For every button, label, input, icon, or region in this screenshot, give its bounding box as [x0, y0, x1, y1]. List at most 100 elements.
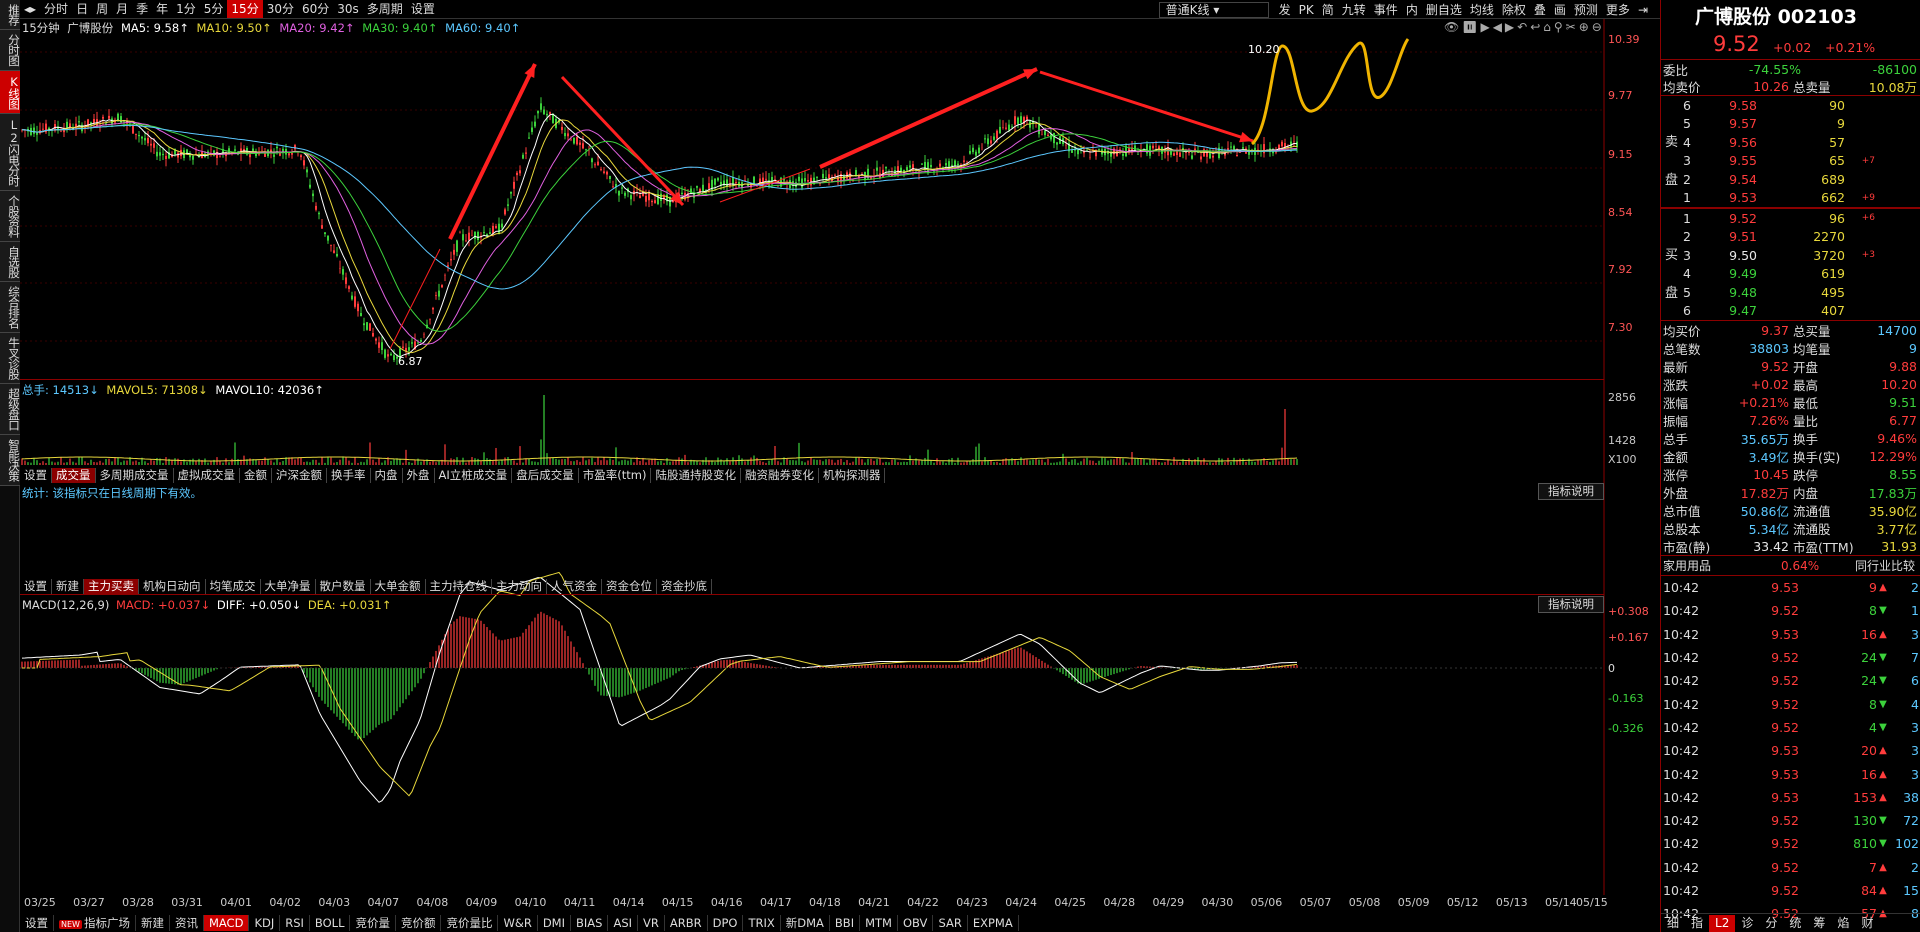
sidebar-item-9[interactable]: 智能决策 [0, 435, 21, 486]
toolbar-right-item-4[interactable]: 事件 [1370, 1, 1402, 19]
asks-row[interactable]: 4 9.56 57 [1661, 133, 1920, 152]
stat-explain-button[interactable]: 指标说明 [1538, 483, 1604, 500]
period-tab-9[interactable]: 30分 [263, 0, 298, 18]
indicator-tab-23[interactable]: SAR [933, 915, 968, 931]
toolbar-right-item-11[interactable]: 预测 [1570, 1, 1602, 19]
volume_tabs-tab-10[interactable]: 盘后成交量 [512, 467, 579, 483]
indicator-tab-5[interactable]: KDJ [249, 915, 281, 931]
volume_tabs-tab-3[interactable]: 虚拟成交量 [174, 467, 240, 483]
asks-row[interactable]: 3 9.55 65 +7 [1661, 152, 1920, 171]
volume_tabs-tab-8[interactable]: 外盘 [403, 467, 435, 483]
bids-row[interactable]: 3 9.50 3720 +3 [1661, 246, 1920, 265]
volume_tabs-tab-5[interactable]: 沪深金额 [272, 467, 327, 483]
fund_tabs-tab-0[interactable]: 设置 [20, 578, 52, 594]
indicator-tab-19[interactable]: 新DMA [781, 915, 830, 931]
toolbar-right-item-6[interactable]: 删自选 [1422, 1, 1466, 19]
fund_tabs-tab-8[interactable]: 主力持仓线 [426, 578, 492, 594]
volume_tabs-tab-13[interactable]: 融资融券变化 [741, 467, 819, 483]
sidebar-item-3[interactable]: L2闪电分时 [0, 113, 21, 191]
volume_tabs-tab-9[interactable]: AI立桩成交量 [435, 467, 513, 483]
fund_tabs-tab-1[interactable]: 新建 [52, 578, 84, 594]
sidebar-item-2[interactable]: K线图 [0, 70, 21, 114]
bids-row[interactable]: 4 9.49 619 [1661, 265, 1920, 284]
indicator-tab-20[interactable]: BBI [830, 915, 861, 931]
toolbar-right-item-10[interactable]: 画 [1550, 1, 1570, 19]
period-tab-5[interactable]: 年 [152, 0, 172, 18]
fund_tabs-tab-11[interactable]: 资金仓位 [602, 578, 657, 594]
indicator-tab-21[interactable]: MTM [860, 915, 898, 931]
sidebar-item-0[interactable]: 推荐 [0, 0, 21, 30]
bids-row[interactable]: 5 9.48 495 [1661, 283, 1920, 302]
indicator-tab-24[interactable]: EXPMA [968, 915, 1019, 931]
period-tab-3[interactable]: 月 [112, 0, 132, 18]
indicator-tab-9[interactable]: 竞价额 [396, 915, 442, 931]
toolbar-right-item-7[interactable]: 均线 [1466, 1, 1498, 19]
industry-name[interactable]: 家用用品 [1661, 557, 1781, 574]
fund_tabs-tab-5[interactable]: 大单净量 [261, 578, 316, 594]
fund_tabs-tab-6[interactable]: 散户数量 [316, 578, 371, 594]
toolbar-right-item-3[interactable]: 九转 [1338, 1, 1370, 19]
asks-row[interactable]: 1 9.53 662 +9 [1661, 189, 1920, 208]
indicator-tab-16[interactable]: ARBR [665, 915, 708, 931]
indicator-tab-0[interactable]: 设置 [20, 915, 54, 931]
indicator-tab-6[interactable]: RSI [280, 915, 310, 931]
indicator-tab-11[interactable]: W&R [498, 915, 538, 931]
fund_tabs-tab-9[interactable]: 主力动向 [492, 578, 547, 594]
sidebar-item-4[interactable]: 个股资料 [0, 190, 21, 242]
period-tab-12[interactable]: 多周期 [363, 0, 407, 18]
toolbar-right-item-2[interactable]: 简 [1318, 1, 1338, 19]
period-tab-2[interactable]: 周 [92, 0, 112, 18]
bids-row[interactable]: 6 9.47 407 [1661, 302, 1920, 321]
industry-compare-link[interactable]: 同行业比较 [1811, 557, 1915, 574]
period-tab-11[interactable]: 30s [333, 0, 363, 18]
toolbar-right-item-9[interactable]: 叠 [1530, 1, 1550, 19]
quote-tab-3[interactable]: 诊 [1735, 915, 1759, 932]
sidebar-item-1[interactable]: 分时图 [0, 30, 21, 71]
expand-icon[interactable]: ⇥ [1634, 1, 1652, 19]
sidebar-item-5[interactable]: 自选股 [0, 241, 21, 282]
toolbar-right-item-12[interactable]: 更多 [1602, 1, 1634, 19]
period-tab-4[interactable]: 季 [132, 0, 152, 18]
sidebar-item-8[interactable]: 超级盘口 [0, 384, 21, 435]
period-tab-1[interactable]: 日 [72, 0, 92, 18]
indicator-tab-3[interactable]: 资讯 [170, 915, 204, 931]
period-tab-13[interactable]: 设置 [407, 0, 439, 18]
indicator-tab-2[interactable]: 新建 [136, 915, 170, 931]
indicator-tab-15[interactable]: VR [638, 915, 665, 931]
fund_tabs-tab-7[interactable]: 大单金额 [371, 578, 426, 594]
period-tab-8[interactable]: 15分 [227, 0, 263, 18]
volume_tabs-tab-14[interactable]: 机构探测器 [819, 467, 886, 483]
period-tab-0[interactable]: 分时 [40, 0, 72, 18]
indicator-tab-17[interactable]: DPO [708, 915, 744, 931]
indicator-tab-4[interactable]: MACD [203, 915, 250, 931]
volume_tabs-tab-6[interactable]: 换手率 [327, 467, 371, 483]
indicator-tab-10[interactable]: 竞价量比 [441, 915, 499, 931]
quote-tab-1[interactable]: 指 [1685, 915, 1709, 932]
macd-explain-button[interactable]: 指标说明 [1538, 596, 1604, 613]
indicator-tab-1[interactable]: NEW 指标广场 [54, 915, 136, 931]
quote-tab-4[interactable]: 分 [1759, 915, 1783, 932]
indicator-tab-14[interactable]: ASI [608, 915, 639, 931]
volume_tabs-tab-4[interactable]: 金额 [240, 467, 272, 483]
volume_tabs-tab-7[interactable]: 内盘 [371, 467, 403, 483]
indicator-tab-13[interactable]: BIAS [571, 915, 609, 931]
asks-row[interactable]: 5 9.57 9 [1661, 115, 1920, 134]
bids-row[interactable]: 2 9.51 2270 [1661, 228, 1920, 247]
fund_tabs-tab-2[interactable]: 主力买卖 [84, 578, 139, 594]
sidebar-item-7[interactable]: 牛叉诊股 [0, 333, 21, 384]
quote-tab-6[interactable]: 筹 [1807, 915, 1831, 932]
asks-row[interactable]: 6 9.58 90 [1661, 96, 1920, 115]
quote-tab-5[interactable]: 统 [1783, 915, 1807, 932]
indicator-tab-22[interactable]: OBV [898, 915, 934, 931]
toolbar-menu-icon[interactable]: ◂▸ [20, 0, 40, 18]
quote-tab-0[interactable]: 细 [1661, 915, 1685, 932]
volume_tabs-tab-0[interactable]: 设置 [20, 467, 52, 483]
indicator-tab-12[interactable]: DMI [538, 915, 571, 931]
asks-row[interactable]: 2 9.54 689 [1661, 170, 1920, 189]
period-tab-7[interactable]: 5分 [200, 0, 228, 18]
toolbar-right-item-5[interactable]: 内 [1402, 1, 1422, 19]
volume_tabs-tab-1[interactable]: 成交量 [52, 467, 96, 483]
indicator-tab-8[interactable]: 竞价量 [350, 915, 396, 931]
toolbar-right-item-1[interactable]: PK [1295, 1, 1318, 19]
volume_tabs-tab-11[interactable]: 市盈率(ttm) [579, 467, 652, 483]
